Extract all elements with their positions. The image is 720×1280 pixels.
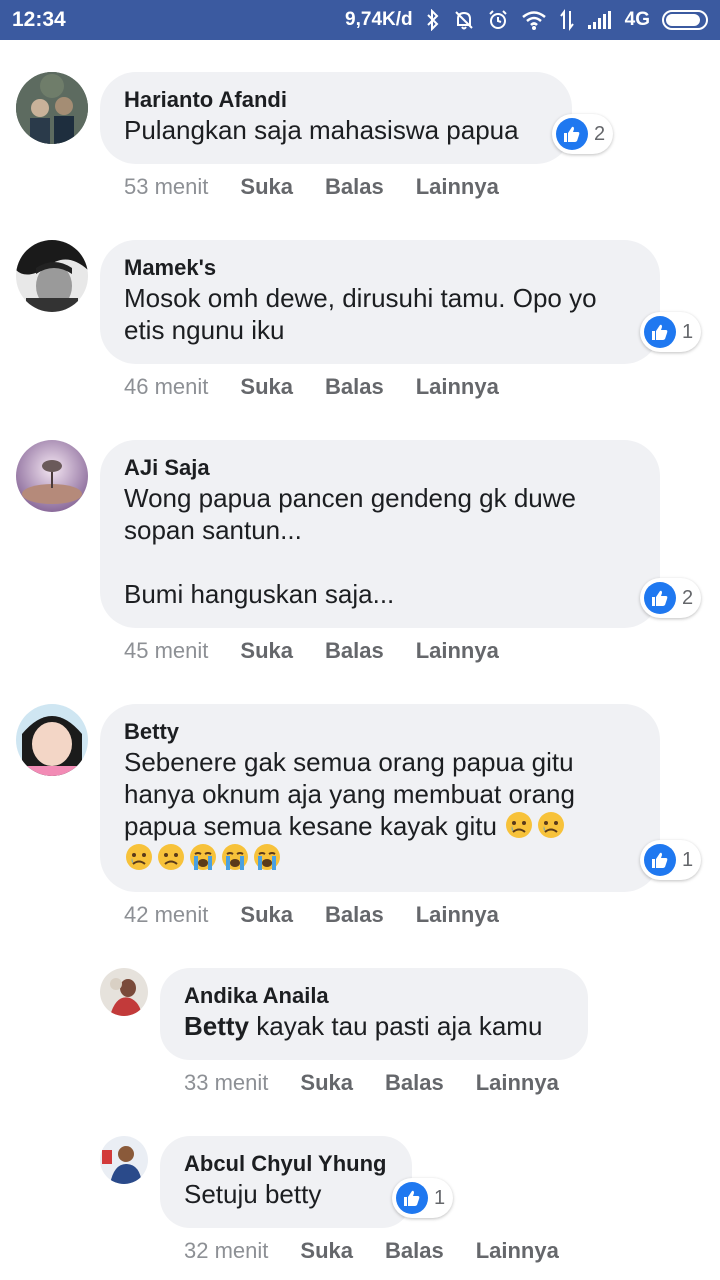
like-button[interactable]: Suka [240, 902, 293, 928]
like-button[interactable]: Suka [240, 174, 293, 200]
avatar[interactable] [100, 968, 148, 1016]
comment-actions: 53 menit Suka Balas Lainnya [124, 174, 499, 200]
like-button[interactable]: Suka [300, 1238, 353, 1264]
reply-button[interactable]: Balas [325, 638, 384, 664]
comment-author[interactable]: Betty [124, 718, 636, 746]
avatar[interactable] [16, 440, 88, 512]
reply-bubble[interactable]: Andika Anaila Betty kayak tau pasti aja … [160, 968, 588, 1060]
signal-icon [587, 10, 613, 30]
more-button[interactable]: Lainnya [476, 1070, 559, 1096]
comment-text: Mosok omh dewe, dirusuhi tamu. Opo yo et… [124, 283, 597, 345]
avatar[interactable] [100, 1136, 148, 1184]
reply-text-body: kayak tau pasti aja kamu [256, 1011, 543, 1041]
comment-bubble[interactable]: Betty Sebenere gak semua orang papua git… [100, 704, 660, 892]
like-icon [644, 582, 676, 614]
like-icon [396, 1182, 428, 1214]
reply-actions: 32 menit Suka Balas Lainnya [184, 1238, 559, 1264]
like-icon [644, 316, 676, 348]
comment-author[interactable]: Mamek's [124, 254, 636, 282]
reaction-count[interactable]: 1 [640, 312, 702, 352]
comment-actions: 46 menit Suka Balas Lainnya [124, 374, 499, 400]
comment-actions: 45 menit Suka Balas Lainnya [124, 638, 499, 664]
more-button[interactable]: Lainnya [416, 638, 499, 664]
alarm-icon [487, 9, 509, 31]
bluetooth-icon [425, 9, 441, 31]
network-speed: 9,74K/d [345, 9, 413, 30]
comment-text: Pulangkan saja mahasiswa papua [124, 115, 519, 145]
comment-bubble[interactable]: AJi Saja Wong papua pancen gendeng gk du… [100, 440, 660, 628]
reply-text: Setuju betty [184, 1179, 322, 1209]
avatar[interactable] [16, 704, 88, 776]
sad-emoji [536, 811, 568, 841]
sad-emoji [124, 843, 156, 873]
reply-time: 33 menit [184, 1070, 269, 1095]
reaction-number: 1 [682, 320, 694, 343]
more-button[interactable]: Lainnya [476, 1238, 559, 1264]
comment-time: 45 menit [124, 638, 209, 663]
reaction-number: 1 [682, 848, 694, 871]
bell-muted-icon [453, 9, 475, 31]
mention-link[interactable]: Betty [184, 1011, 249, 1041]
avatar[interactable] [16, 72, 88, 144]
comment-time: 42 menit [124, 902, 209, 927]
reaction-count[interactable]: 1 [392, 1178, 454, 1218]
reply-actions: 33 menit Suka Balas Lainnya [184, 1070, 559, 1096]
reply-time: 32 menit [184, 1238, 269, 1263]
sad-emoji [504, 811, 536, 841]
comment-actions: 42 menit Suka Balas Lainnya [124, 902, 499, 928]
like-button[interactable]: Suka [240, 638, 293, 664]
reply-bubble[interactable]: Abcul Chyul Yhung Setuju betty [160, 1136, 412, 1228]
like-button[interactable]: Suka [300, 1070, 353, 1096]
reaction-number: 2 [594, 122, 606, 145]
reply-button[interactable]: Balas [385, 1070, 444, 1096]
data-transfer-icon [559, 9, 575, 31]
comment-time: 53 menit [124, 174, 209, 199]
network-type: 4G [624, 9, 650, 30]
like-icon [644, 844, 676, 876]
reply-author[interactable]: Andika Anaila [184, 982, 564, 1010]
comment-author[interactable]: AJi Saja [124, 454, 636, 482]
reply-text: Betty kayak tau pasti aja kamu [184, 1010, 564, 1042]
status-bar: 12:34 9,74K/d 4G [0, 0, 720, 40]
reply-button[interactable]: Balas [325, 902, 384, 928]
reaction-number: 2 [682, 586, 694, 609]
status-time: 12:34 [12, 8, 66, 31]
more-button[interactable]: Lainnya [416, 374, 499, 400]
reply-button[interactable]: Balas [325, 374, 384, 400]
crying-emoji [188, 843, 220, 873]
crying-emoji [252, 843, 284, 873]
reaction-count[interactable]: 1 [640, 840, 702, 880]
reply-button[interactable]: Balas [325, 174, 384, 200]
more-button[interactable]: Lainnya [416, 902, 499, 928]
battery-icon [662, 10, 708, 30]
reply-author[interactable]: Abcul Chyul Yhung [184, 1150, 388, 1178]
reply-button[interactable]: Balas [385, 1238, 444, 1264]
more-button[interactable]: Lainnya [416, 174, 499, 200]
crying-emoji [220, 843, 252, 873]
reaction-number: 1 [434, 1186, 446, 1209]
comment-time: 46 menit [124, 374, 209, 399]
like-button[interactable]: Suka [240, 374, 293, 400]
comment-author[interactable]: Harianto Afandi [124, 86, 548, 114]
reaction-count[interactable]: 2 [552, 114, 614, 154]
sad-emoji [156, 843, 188, 873]
comment-bubble[interactable]: Harianto Afandi Pulangkan saja mahasiswa… [100, 72, 572, 164]
comment-text: Wong papua pancen gendeng gk duwe sopan … [124, 483, 577, 609]
wifi-icon [521, 10, 547, 30]
comment-text: Sebenere gak semua orang papua gitu hany… [124, 746, 636, 874]
avatar[interactable] [16, 240, 88, 312]
comment-bubble[interactable]: Mamek's Mosok omh dewe, dirusuhi tamu. O… [100, 240, 660, 364]
like-icon [556, 118, 588, 150]
reaction-count[interactable]: 2 [640, 578, 702, 618]
